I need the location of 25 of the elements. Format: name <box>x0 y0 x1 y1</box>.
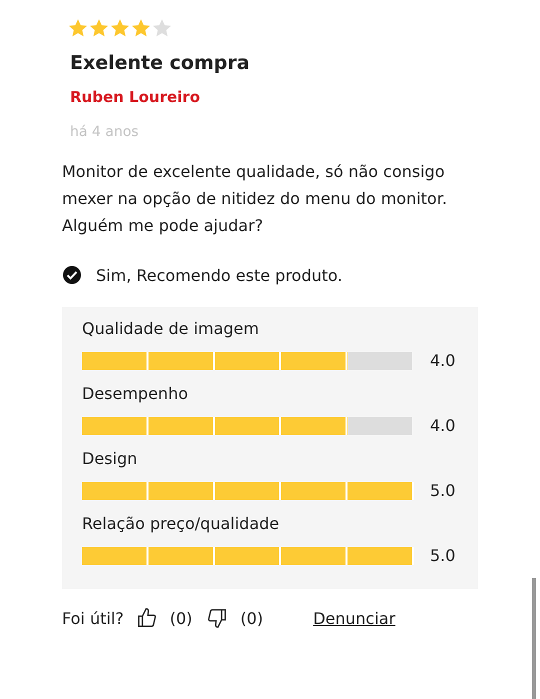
helpful-question: Foi útil? <box>62 608 124 628</box>
scrollbar[interactable] <box>532 578 536 699</box>
review-title: Exelente compra <box>70 52 251 74</box>
rating-label: Qualidade de imagem <box>82 319 260 340</box>
review-text: Monitor de excelente qualidade, só não consigo mexer na opção de nitidez do menu do monitor. Alguém me pode ajudar? <box>62 161 448 237</box>
rating-value: 4.0 <box>430 351 456 370</box>
star-icon <box>110 18 130 38</box>
star-icon <box>131 18 151 38</box>
rating-value: 5.0 <box>430 481 456 500</box>
star-icon <box>89 18 109 38</box>
review-author: Ruben Loureiro <box>70 88 201 106</box>
rating-label: Desempenho <box>82 384 189 405</box>
review-date: há 4 anos <box>70 124 140 140</box>
rating-value: 4.0 <box>430 416 456 435</box>
rating-label: Relação preço/qualidade <box>82 514 280 535</box>
star-icon <box>68 18 88 38</box>
like-count: (0) <box>170 608 192 628</box>
recommend-text: Sim, Recomendo este produto. <box>96 266 343 284</box>
rating-label: Design <box>82 449 138 470</box>
report-link[interactable]: Denunciar <box>313 608 396 628</box>
rating-value: 5.0 <box>430 546 456 565</box>
thumbs-down-icon[interactable] <box>206 607 228 629</box>
star-icon <box>152 18 172 38</box>
thumbs-up-icon[interactable] <box>136 607 158 629</box>
dislike-count: (0) <box>240 608 264 628</box>
